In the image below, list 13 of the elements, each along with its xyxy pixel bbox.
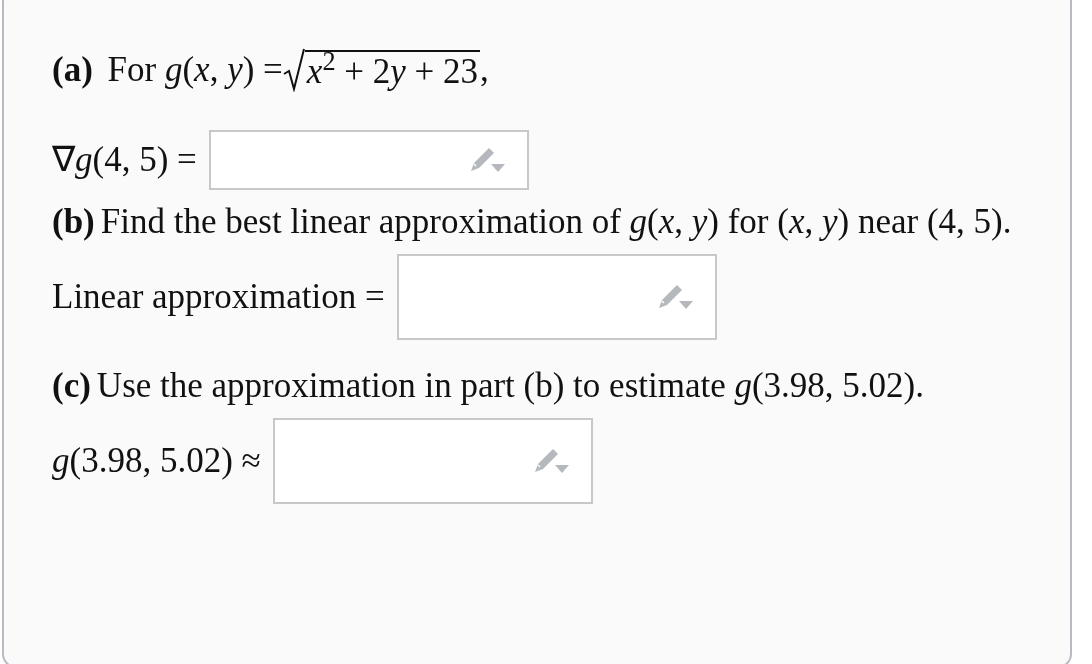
answer-label: ∇g(4, 5) = xyxy=(52,138,197,181)
prompt-text: For g(x, y) = xyxy=(107,50,283,89)
answer-field[interactable] xyxy=(272,418,593,504)
square-root-icon xyxy=(282,48,305,92)
radicand-text: x$^{2}$ + 2y + 23 xyxy=(304,50,481,92)
answer-field[interactable] xyxy=(396,254,717,340)
answer-label: g(3.98, 5.02) ≈ xyxy=(52,439,261,482)
question-text: (c) Use the approximation in part (b) to estimate g(3.98, 5.02). xyxy=(52,365,926,407)
answer-label: Linear approximation = xyxy=(52,275,385,318)
part-label: (a) xyxy=(52,50,93,89)
question-text: (b) Find the best linear approximation of g(x, y) for (x, y) near (4, 5). xyxy=(52,201,1012,243)
answer-field[interactable] xyxy=(208,130,529,190)
prompt-text: , xyxy=(480,50,489,89)
